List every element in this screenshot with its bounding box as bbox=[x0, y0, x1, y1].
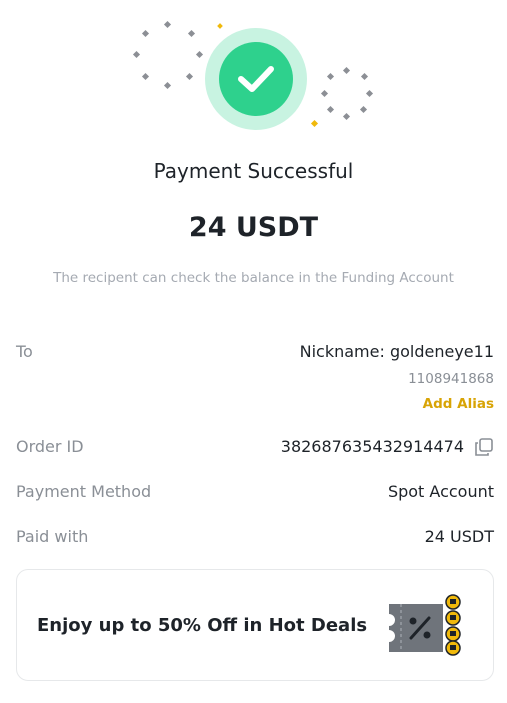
recipient-nickname: Nickname: goldeneye11 bbox=[299, 342, 494, 361]
add-alias-link[interactable]: Add Alias bbox=[423, 396, 494, 412]
recipient-user-id: 1108941868 bbox=[408, 371, 494, 387]
page-title: Payment Successful bbox=[153, 159, 354, 183]
hot-deals-banner[interactable]: Enjoy up to 50% Off in Hot Deals bbox=[16, 569, 494, 681]
payment-amount: 24 USDT bbox=[188, 212, 319, 243]
payment-method-value: Spot Account bbox=[387, 482, 494, 501]
order-id-label: Order ID bbox=[16, 437, 84, 456]
to-label: To bbox=[16, 342, 33, 361]
check-circle-icon bbox=[219, 42, 293, 116]
copy-icon[interactable] bbox=[474, 437, 494, 457]
payment-method-label: Payment Method bbox=[16, 482, 152, 501]
discount-ticket-icon bbox=[385, 592, 469, 656]
paid-with-value: 24 USDT bbox=[424, 527, 494, 546]
order-id-value: 382687635432914474 bbox=[280, 437, 464, 456]
paid-with-label: Paid with bbox=[16, 527, 89, 546]
funding-note: The recipent can check the balance in th… bbox=[53, 270, 454, 286]
hot-deals-text: Enjoy up to 50% Off in Hot Deals bbox=[37, 615, 368, 636]
success-illustration bbox=[0, 0, 507, 140]
